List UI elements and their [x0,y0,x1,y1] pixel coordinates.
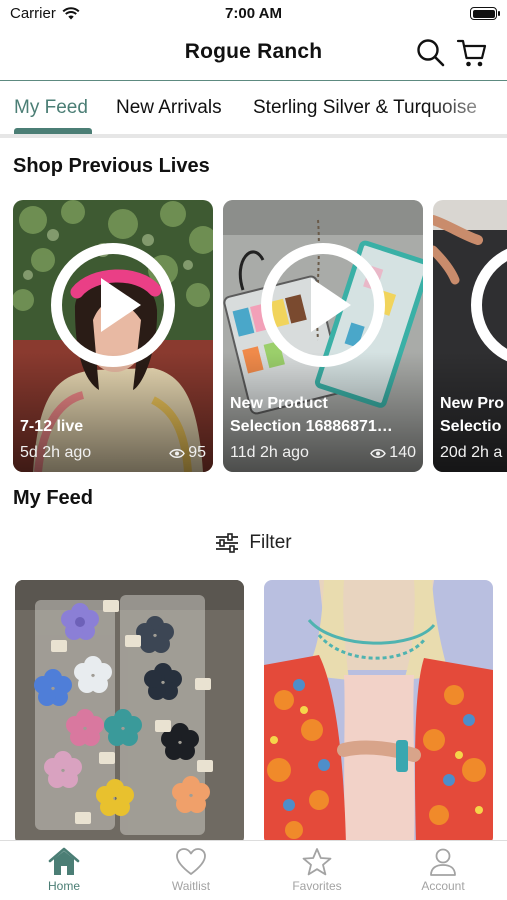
product-image-kimono [264,580,493,845]
app-header: Rogue Ranch [0,28,507,78]
filter-label: Filter [249,532,292,553]
previous-lives-carousel[interactable]: 7-12 live 5d 2h ago 95 New Product Selec… [0,200,507,472]
live-age: 5d 2h ago [20,444,92,461]
tabs-fade-overlay [427,81,507,131]
live-title: 7-12 live [20,418,84,435]
eye-icon [169,448,186,458]
live-title: New Product Selection 16886871… [230,395,393,435]
nav-home[interactable]: Home [19,847,109,893]
status-bar: Carrier 7:00 AM [0,0,507,28]
play-icon[interactable] [261,243,385,367]
live-views: 140 [370,444,416,462]
tab-new-arrivals[interactable]: New Arrivals [116,97,222,119]
category-tabs: My Feed New Arrivals Sterling Silver & T… [0,80,507,137]
live-age: 20d 2h a [440,444,503,461]
battery-icon [470,7,500,20]
live-card[interactable]: New Pro Selectio 20d 2h a [433,200,507,472]
nav-favorites-label: Favorites [292,879,342,893]
live-views: 95 [169,444,206,462]
product-image-flower-clips [15,580,244,845]
nav-account[interactable]: Account [398,847,488,893]
sliders-icon [216,533,239,553]
home-icon [48,847,80,875]
star-icon [302,848,332,876]
section-title-previous-lives: Shop Previous Lives [13,155,210,177]
live-card[interactable]: 7-12 live 5d 2h ago 95 [13,200,213,472]
tab-my-feed[interactable]: My Feed [14,97,88,119]
person-icon [430,848,456,876]
bottom-tab-bar: Home Waitlist Favorites Account [0,840,507,900]
section-title-my-feed: My Feed [13,487,94,509]
search-icon[interactable] [415,37,447,69]
tabs-divider [0,134,507,138]
nav-home-label: Home [47,879,80,893]
live-view-count: 95 [188,444,206,461]
filter-button[interactable]: Filter [0,532,507,554]
product-card[interactable] [15,580,244,845]
product-card[interactable] [264,580,493,845]
live-view-count: 140 [389,444,416,461]
live-card[interactable]: New Product Selection 16886871… 11d 2h a… [223,200,423,472]
nav-account-label: Account [421,879,465,893]
nav-waitlist[interactable]: Waitlist [146,847,236,893]
live-age: 11d 2h ago [230,444,309,461]
heart-icon [176,848,206,875]
status-time: 7:00 AM [225,5,282,22]
nav-favorites[interactable]: Favorites [272,847,362,893]
live-title: New Pro Selectio [440,395,505,435]
cart-icon[interactable] [456,37,488,69]
eye-icon [370,448,387,458]
nav-waitlist-label: Waitlist [171,879,211,893]
play-icon[interactable] [51,243,175,367]
